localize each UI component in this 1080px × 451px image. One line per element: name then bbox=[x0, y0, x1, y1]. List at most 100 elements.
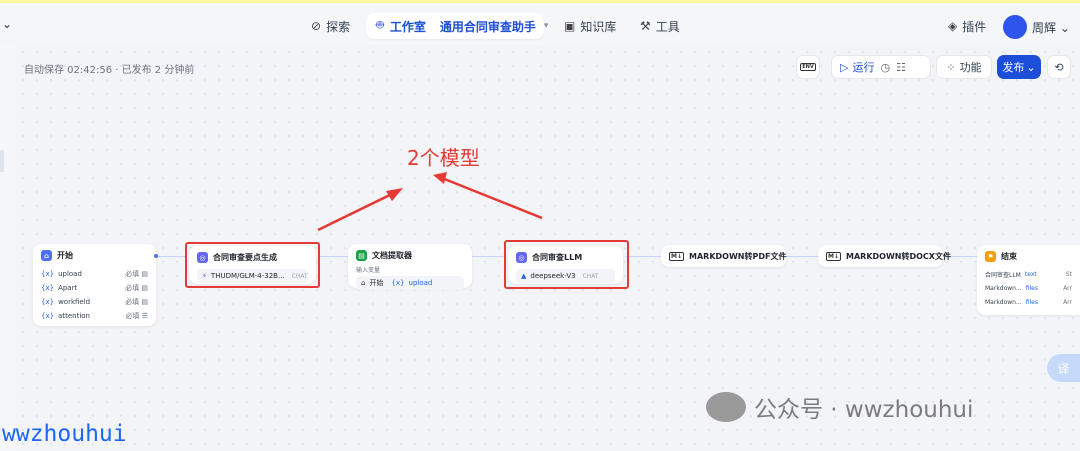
run-label: 运行 bbox=[852, 61, 875, 74]
env-label: ENV bbox=[800, 63, 816, 71]
output-type: St bbox=[1065, 270, 1072, 278]
node-title: MARKDOWN转DOCX文件 bbox=[846, 252, 951, 261]
nav-tools-label: 工具 bbox=[655, 19, 680, 34]
robot-icon: 🤖︎ bbox=[376, 18, 384, 33]
user-menu[interactable]: 周辉 ⌄ bbox=[1032, 19, 1070, 36]
output-type: Arr bbox=[1063, 298, 1072, 306]
node-handle[interactable] bbox=[154, 254, 158, 258]
output-var: text bbox=[1024, 270, 1037, 278]
avatar[interactable] bbox=[1003, 15, 1027, 39]
sidebar-collapse-handle[interactable] bbox=[0, 150, 4, 172]
node-doc-extractor[interactable]: ▤ 文档提取器 输入变量 ⌂ 开始 {x} upload bbox=[348, 244, 472, 290]
node-end[interactable]: ⚑ 结束 合同审查LLM text St Markdown... files A… bbox=[977, 245, 1080, 315]
translate-button[interactable]: 译 bbox=[1047, 354, 1080, 382]
nav-knowledge[interactable]: ▣ 知识库 bbox=[564, 15, 616, 37]
highlight-box bbox=[185, 242, 320, 288]
nav-plugins-label: 插件 bbox=[962, 19, 987, 34]
var-required: 必填 ▤ bbox=[125, 298, 148, 306]
node-title: 开始 bbox=[57, 251, 73, 260]
var-name: upload bbox=[408, 279, 433, 287]
edge bbox=[318, 256, 348, 257]
app-selector[interactable]: 通用合同审查助手 bbox=[440, 18, 536, 35]
node-header: M↓ MARKDOWN转DOCX文件 bbox=[826, 251, 951, 262]
node-header: ⚑ 结束 bbox=[985, 251, 1072, 262]
node-header: M↓ MARKDOWN转PDF文件 bbox=[669, 251, 786, 262]
grid-icon: ⁘ bbox=[946, 60, 956, 74]
nav-studio-label: 工作室 bbox=[389, 19, 426, 34]
start-var-row: {x} upload 必填 ▤ bbox=[41, 267, 148, 281]
start-var-row: {x} attention 必填 ☰ bbox=[41, 309, 148, 323]
input-var-label: 输入变量 bbox=[356, 267, 381, 274]
variable-icon: {x} bbox=[41, 284, 55, 292]
flag-icon: ⚑ bbox=[985, 251, 996, 262]
env-button[interactable]: ENV bbox=[796, 55, 820, 79]
var-required: 必填 ☰ bbox=[125, 312, 148, 320]
var-name: Apart bbox=[58, 284, 78, 292]
variable-icon: {x} bbox=[391, 279, 405, 287]
wechat-watermark: 公众号 · wwzhouhui bbox=[706, 390, 973, 424]
start-var-row: {x} Apart 必填 ▤ bbox=[41, 281, 148, 295]
variable-icon: {x} bbox=[41, 270, 55, 278]
node-title: MARKDOWN转PDF文件 bbox=[689, 252, 787, 261]
output-source: Markdown... bbox=[985, 284, 1022, 292]
checklist-icon[interactable]: ☷ bbox=[896, 61, 906, 74]
end-output-row: Markdown... files Arr bbox=[985, 295, 1072, 309]
play-icon: ▷ bbox=[840, 60, 849, 74]
node-title: 文档提取器 bbox=[372, 251, 412, 260]
chevron-down-icon: ▾ bbox=[543, 21, 549, 31]
user-name-label: 周辉 bbox=[1032, 21, 1057, 35]
run-button[interactable]: ▷ 运行 bbox=[840, 59, 874, 75]
publish-label: 发布 bbox=[1002, 61, 1025, 74]
nav-explore[interactable]: ⊘ 探索 bbox=[311, 15, 350, 37]
var-name: attention bbox=[58, 312, 90, 320]
node-header: ▤ 文档提取器 bbox=[356, 250, 464, 261]
home-icon: ⌂ bbox=[41, 250, 52, 261]
publish-button[interactable]: 发布 ⌄ bbox=[997, 55, 1041, 79]
version-history-button[interactable]: ⟲ bbox=[1047, 55, 1071, 79]
bottom-watermark: wwzhouhui bbox=[2, 421, 127, 447]
output-source: Markdown... bbox=[985, 298, 1022, 306]
edge bbox=[626, 256, 661, 257]
run-group: ▷ 运行 ◷ ☷ bbox=[831, 55, 931, 79]
var-name: workfield bbox=[58, 298, 91, 306]
nav-knowledge-label: 知识库 bbox=[580, 19, 617, 34]
end-output-row: Markdown... files Arr bbox=[985, 281, 1072, 295]
node-md-to-docx[interactable]: M↓ MARKDOWN转DOCX文件 bbox=[818, 245, 951, 267]
variable-icon: {x} bbox=[41, 312, 55, 320]
chevron-down-icon: ⌄ bbox=[1026, 60, 1036, 74]
document-icon: ▤ bbox=[356, 250, 367, 261]
wechat-icon bbox=[706, 392, 746, 422]
output-type: Arr bbox=[1063, 284, 1072, 292]
input-var-chip: ⌂ 开始 {x} upload bbox=[356, 276, 464, 290]
features-button[interactable]: ⁘ 功能 bbox=[936, 55, 992, 79]
cube-icon: ◈ bbox=[948, 19, 958, 33]
book-icon: ▣ bbox=[564, 19, 576, 33]
top-navbar: ⌄ ⊘ 探索 🤖︎ 工作室 通用合同审查助手 ▾ ▣ 知识库 ⚒ 工具 ◈ 插件… bbox=[0, 3, 1080, 45]
tool-icon: ⚒ bbox=[640, 19, 651, 33]
wechat-watermark-text: 公众号 · wwzhouhui bbox=[754, 397, 974, 423]
markdown-icon: M↓ bbox=[669, 252, 684, 261]
nav-plugins[interactable]: ◈ 插件 bbox=[948, 15, 986, 37]
var-required: 必填 ▤ bbox=[125, 284, 148, 292]
var-name: upload bbox=[58, 270, 82, 278]
autosave-status: 自动保存 02:42:56 · 已发布 2 分钟前 bbox=[24, 65, 195, 76]
nav-tools[interactable]: ⚒ 工具 bbox=[640, 15, 680, 37]
nav-studio[interactable]: 🤖︎ 工作室 通用合同审查助手 ▾ bbox=[366, 13, 548, 39]
edge bbox=[472, 256, 505, 257]
output-source: 合同审查LLM bbox=[985, 271, 1021, 279]
features-label: 功能 bbox=[959, 61, 982, 74]
node-title: 结束 bbox=[1001, 252, 1017, 261]
chevron-down-icon[interactable]: ⌄ bbox=[2, 17, 12, 31]
node-start[interactable]: ⌂ 开始 {x} upload 必填 ▤ {x} Apart 必填 ▤ {x} … bbox=[33, 244, 156, 326]
edge bbox=[786, 256, 818, 257]
end-output-row: 合同审查LLM text St bbox=[985, 267, 1072, 281]
variable-icon: {x} bbox=[41, 298, 55, 306]
node-header: ⌂ 开始 bbox=[41, 250, 148, 261]
output-var: files bbox=[1025, 284, 1038, 292]
var-required: 必填 ▤ bbox=[125, 270, 148, 278]
var-source: 开始 bbox=[369, 279, 384, 287]
edge bbox=[156, 256, 186, 257]
nav-explore-label: 探索 bbox=[326, 19, 351, 34]
history-icon[interactable]: ◷ bbox=[880, 61, 890, 74]
node-md-to-pdf[interactable]: M↓ MARKDOWN转PDF文件 bbox=[661, 245, 786, 267]
